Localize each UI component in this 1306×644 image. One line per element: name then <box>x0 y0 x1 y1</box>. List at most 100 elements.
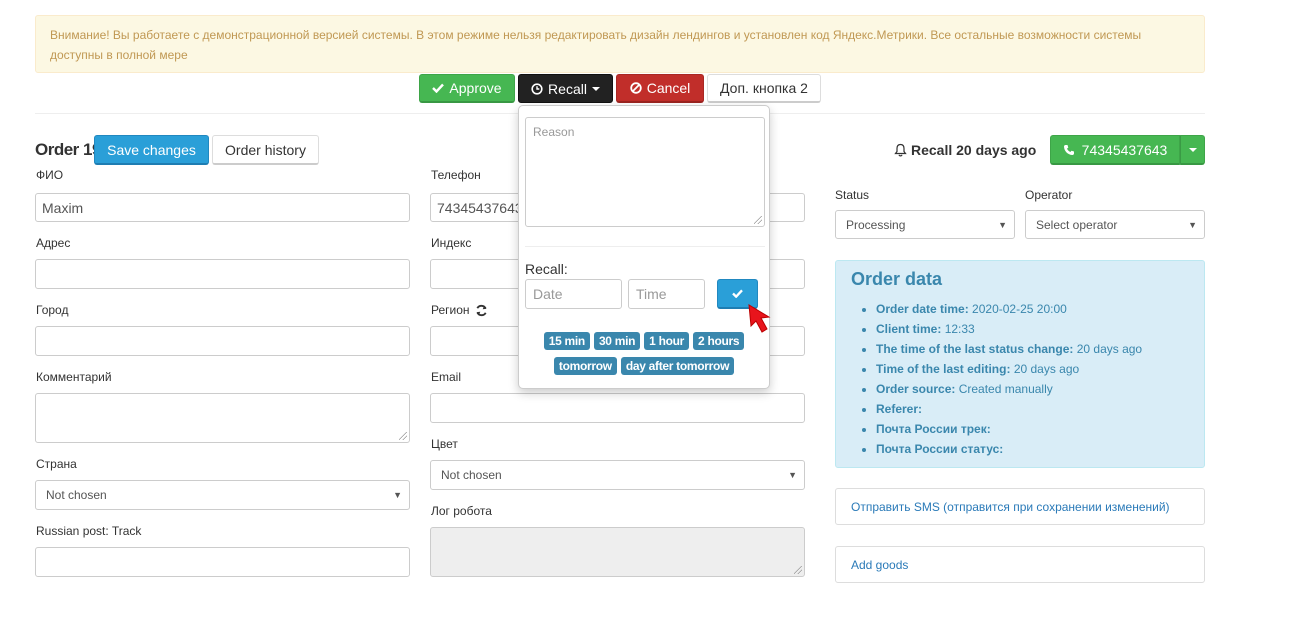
approve-label: Approve <box>449 80 502 96</box>
extra-button-label: Доп. кнопка 2 <box>720 80 808 96</box>
call-phone-number: 74345437643 <box>1081 141 1168 158</box>
order-data-key: Referer: <box>876 402 923 416</box>
ban-icon <box>630 82 642 94</box>
recall-popover: Reason Recall: Date Time 15 min 30 min 1… <box>518 105 770 389</box>
order-data-item: Почта России трек: <box>876 419 1142 439</box>
comment-textarea[interactable] <box>35 393 410 443</box>
resize-handle <box>794 566 802 574</box>
city-input[interactable] <box>35 326 410 356</box>
order-data-value: 12:33 <box>944 322 975 336</box>
phone-label: Телефон <box>431 168 481 182</box>
caret-down-icon <box>591 86 600 91</box>
approve-button[interactable]: Approve <box>419 74 515 103</box>
city-label: Город <box>36 303 69 317</box>
fio-label: ФИО <box>36 168 64 182</box>
recall-status-text: Recall 20 days ago <box>911 142 1037 158</box>
color-select[interactable]: Not chosen ▼ <box>430 460 805 490</box>
country-value: Not chosen <box>46 488 107 502</box>
region-label-group: Регион <box>431 303 488 317</box>
check-icon <box>732 289 743 298</box>
recall-time-input[interactable]: Time <box>628 279 705 309</box>
order-data-key: Почта России статус: <box>876 442 1004 456</box>
dropdown-arrow-icon: ▼ <box>998 219 1007 230</box>
order-data-item: Referer: <box>876 399 1142 419</box>
call-phone-button[interactable]: 74345437643 <box>1050 135 1180 165</box>
address-input[interactable] <box>35 259 410 289</box>
refresh-icon[interactable] <box>475 304 488 317</box>
order-data-item: Почта России статус: <box>876 439 1142 459</box>
robot-log-label: Лог робота <box>431 504 492 518</box>
check-icon <box>432 83 445 93</box>
recall-date-input[interactable]: Date <box>525 279 622 309</box>
fio-value: Maxim <box>42 199 84 216</box>
resize-handle[interactable] <box>399 432 407 440</box>
email-label: Email <box>431 370 462 384</box>
order-data-key: Client time: <box>876 322 942 336</box>
track-input[interactable] <box>35 547 410 577</box>
region-label: Регион <box>431 303 470 317</box>
send-sms-link[interactable]: Отправить SMS (отправится при сохранении… <box>835 488 1205 525</box>
order-title: Order 19 <box>35 140 101 159</box>
quick-recall-tomorrow[interactable]: tomorrow <box>553 357 617 375</box>
quick-recall-2hours[interactable]: 2 hours <box>693 332 745 350</box>
extra-button-2[interactable]: Доп. кнопка 2 <box>707 74 821 103</box>
order-data-item: Client time: 12:33 <box>876 319 1142 339</box>
quick-recall-row: tomorrow day after tomorrow <box>519 357 769 375</box>
quick-recall-row: 15 min 30 min 1 hour 2 hours <box>519 332 769 350</box>
recall-dropdown-button[interactable]: Recall <box>518 74 613 103</box>
color-label: Цвет <box>431 437 458 451</box>
index-label: Индекс <box>431 236 472 250</box>
recall-date-label: Recall: <box>525 261 568 277</box>
caret-down-icon <box>1188 147 1197 152</box>
order-data-item: Order date time: 2020-02-25 20:00 <box>876 299 1142 319</box>
operator-label: Operator <box>1025 188 1073 202</box>
country-label: Страна <box>36 457 77 471</box>
phone-icon <box>1063 144 1074 155</box>
order-data-key: Time of the last editing: <box>876 362 1011 376</box>
status-select[interactable]: Processing ▼ <box>835 210 1015 239</box>
popover-divider <box>525 246 765 247</box>
order-data-value: 2020-02-25 20:00 <box>972 302 1067 316</box>
order-data-value: 20 days ago <box>1013 362 1080 376</box>
add-goods-link[interactable]: Add goods <box>835 546 1205 583</box>
order-history-button[interactable]: Order history <box>212 135 319 165</box>
order-data-item: Time of the last editing: 20 days ago <box>876 359 1142 379</box>
color-value: Not chosen <box>441 468 502 482</box>
clock-icon <box>531 82 543 95</box>
order-data-key: Order date time: <box>876 302 969 316</box>
order-data-list: Order date time: 2020-02-25 20:00 Client… <box>851 299 1142 459</box>
order-data-value: 20 days ago <box>1076 342 1143 356</box>
recall-label: Recall <box>548 80 587 97</box>
quick-recall-30min[interactable]: 30 min <box>593 332 641 350</box>
bell-icon <box>894 143 907 157</box>
track-label: Russian post: Track <box>36 524 142 538</box>
phone-value: 74345437643 <box>437 199 523 216</box>
status-value: Processing <box>846 217 906 232</box>
operator-select[interactable]: Select operator ▼ <box>1025 210 1205 239</box>
fio-input[interactable]: Maxim <box>35 193 410 222</box>
order-data-panel: Order data Order date time: 2020-02-25 2… <box>835 260 1205 468</box>
email-input[interactable] <box>430 393 805 423</box>
reason-placeholder: Reason <box>533 125 575 139</box>
order-data-item: The time of the last status change: 20 d… <box>876 339 1142 359</box>
save-changes-label: Save changes <box>107 141 196 158</box>
order-data-title: Order data <box>851 269 943 289</box>
address-label: Адрес <box>36 236 71 250</box>
quick-recall-1hour[interactable]: 1 hour <box>644 332 690 350</box>
order-data-value: Created manually <box>958 382 1053 396</box>
call-options-dropdown[interactable] <box>1180 135 1205 165</box>
country-select[interactable]: Not chosen ▼ <box>35 480 410 510</box>
cancel-label: Cancel <box>646 80 691 96</box>
quick-recall-day-after-tomorrow[interactable]: day after tomorrow <box>620 357 735 375</box>
recall-status: Recall 20 days ago <box>894 142 1036 158</box>
order-data-item: Order source: Created manually <box>876 379 1142 399</box>
cancel-button[interactable]: Cancel <box>616 74 704 103</box>
quick-recall-15min[interactable]: 15 min <box>543 332 590 350</box>
status-label: Status <box>835 188 870 202</box>
reason-textarea[interactable]: Reason <box>525 117 765 227</box>
save-changes-button[interactable]: Save changes <box>94 135 209 165</box>
order-history-label: Order history <box>225 141 306 158</box>
resize-handle[interactable] <box>754 216 762 224</box>
robot-log-textarea <box>430 527 805 577</box>
mouse-cursor-icon <box>748 304 771 333</box>
